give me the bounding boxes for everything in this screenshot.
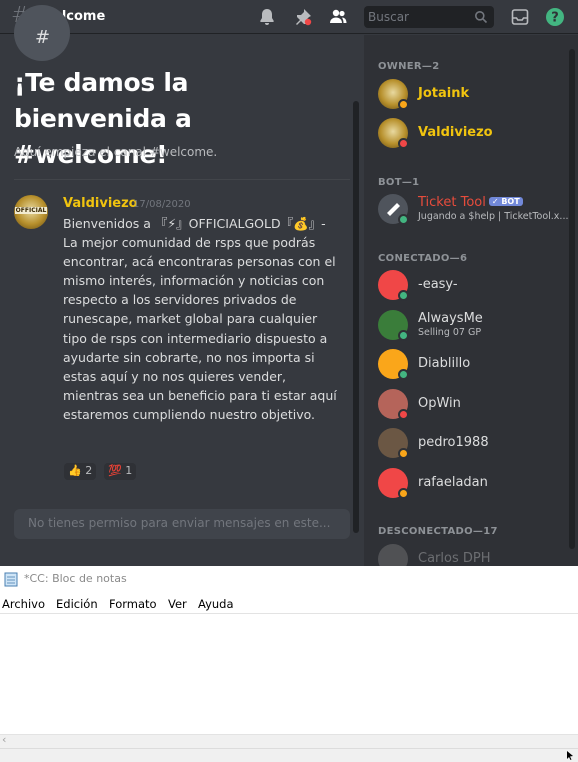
search-icon — [475, 11, 488, 24]
status-online-icon — [398, 214, 409, 225]
member-opwin[interactable]: OpWin — [378, 387, 574, 423]
pin-icon[interactable] — [293, 7, 313, 27]
offline-header: DESCONECTADO—17 — [378, 526, 498, 537]
avatar-logo-text: OFFICIAL — [15, 207, 47, 214]
notepad-icon — [4, 572, 18, 587]
svg-text:?: ? — [551, 11, 559, 26]
member-jotaink[interactable]: Jotaink — [378, 77, 574, 113]
member-valdiviezo[interactable]: Valdiviezo — [378, 116, 574, 152]
status-idle-icon — [398, 488, 409, 499]
member-carlos-dph[interactable]: Carlos DPH — [378, 542, 574, 566]
member-name: Ticket Tool ✓ BOT — [418, 195, 523, 210]
member-ticket-tool[interactable]: Ticket Tool ✓ BOT Jugando a $help | Ticke… — [378, 192, 574, 228]
member-activity: Selling 07 GP — [418, 327, 482, 338]
member-alwaysme[interactable]: AlwaysMe Selling 07 GP — [378, 308, 574, 344]
text-editor-area[interactable] — [0, 613, 578, 734]
status-dnd-icon — [398, 409, 409, 420]
channel-header: # welcome ? — [0, 0, 578, 34]
menu-formato[interactable]: Formato — [109, 597, 157, 611]
message-author[interactable]: Valdiviezo — [63, 196, 138, 211]
owner-header: OWNER—2 — [378, 61, 440, 72]
member-name: Jotaink — [418, 86, 470, 101]
inbox-icon[interactable] — [510, 7, 530, 27]
notepad-title: *CC: Bloc de notas — [24, 572, 127, 585]
thumbs-up-icon: 👍 — [68, 464, 82, 477]
hundred-icon: 💯 — [108, 464, 122, 477]
online-header: CONECTADO—6 — [378, 253, 468, 264]
reaction-thumbs-up[interactable]: 👍 2 — [64, 463, 97, 480]
bell-icon[interactable] — [257, 7, 277, 27]
status-dnd-icon — [398, 138, 409, 149]
divider — [14, 179, 350, 180]
message-timestamp: 17/08/2020 — [133, 199, 191, 210]
member-diablillo[interactable]: Diablillo — [378, 347, 574, 383]
status-online-icon — [398, 330, 409, 341]
help-icon[interactable]: ? — [545, 7, 565, 27]
channel-welcome-avatar: # — [14, 5, 70, 61]
member-name: AlwaysMe — [418, 311, 483, 326]
status-idle-icon — [398, 99, 409, 110]
member-name: Diablillo — [418, 356, 471, 371]
member-name: rafaeladan — [418, 475, 488, 490]
search-box[interactable] — [364, 6, 494, 28]
search-input[interactable] — [368, 9, 468, 25]
message-input: No tienes permiso para enviar mensajes e… — [14, 509, 350, 539]
menu-ayuda[interactable]: Ayuda — [198, 597, 234, 611]
member-avatar — [378, 544, 408, 566]
member-name: Carlos DPH — [418, 551, 491, 566]
scroll-left-icon[interactable]: ‹ — [2, 733, 6, 746]
members-icon[interactable] — [328, 7, 348, 27]
reaction-count: 2 — [85, 464, 93, 477]
member-name: -easy- — [418, 277, 458, 292]
menu-archivo[interactable]: Archivo — [2, 597, 45, 611]
chat-area: # ¡Te damos la bienvenida a #welcome! Aq… — [0, 5, 364, 566]
member-rafaeladan[interactable]: rafaeladan — [378, 466, 574, 502]
bot-header: BOT—1 — [378, 177, 420, 188]
status-online-icon — [398, 369, 409, 380]
menu-edicion[interactable]: Edición — [56, 597, 98, 611]
member-name: Valdiviezo — [418, 125, 493, 140]
member-pedro1988[interactable]: pedro1988 — [378, 426, 574, 462]
bot-badge: ✓ BOT — [488, 197, 523, 206]
notepad-window: *CC: Bloc de notas Archivo Edición Forma… — [0, 566, 578, 762]
member-activity: Jugando a $help | TicketTool.x... — [418, 211, 569, 222]
menu-ver[interactable]: Ver — [168, 597, 187, 611]
member-name: OpWin — [418, 396, 461, 411]
message-avatar[interactable]: OFFICIAL — [14, 195, 48, 229]
status-bar — [0, 748, 578, 762]
status-idle-icon — [398, 448, 409, 459]
reaction-hundred[interactable]: 💯 1 — [104, 463, 137, 480]
reaction-count: 1 — [125, 464, 133, 477]
horizontal-scrollbar[interactable]: ‹ — [0, 733, 578, 748]
member-name: pedro1988 — [418, 435, 489, 450]
message-text: Bienvenidos a 『⚡』OFFICIALGOLD『💰』- La mej… — [63, 216, 337, 422]
status-online-icon — [398, 290, 409, 301]
chat-scrollbar[interactable] — [353, 101, 359, 533]
discord-window: # welcome ? — [0, 0, 578, 566]
member-list: OWNER—2 Jotaink Valdiviezo BOT—1 Ticket … — [364, 35, 578, 566]
resize-grip-icon[interactable] — [566, 751, 574, 760]
welcome-subtitle: Aquí empieza el canal #welcome. — [14, 145, 218, 159]
member-easy[interactable]: -easy- — [378, 268, 574, 304]
